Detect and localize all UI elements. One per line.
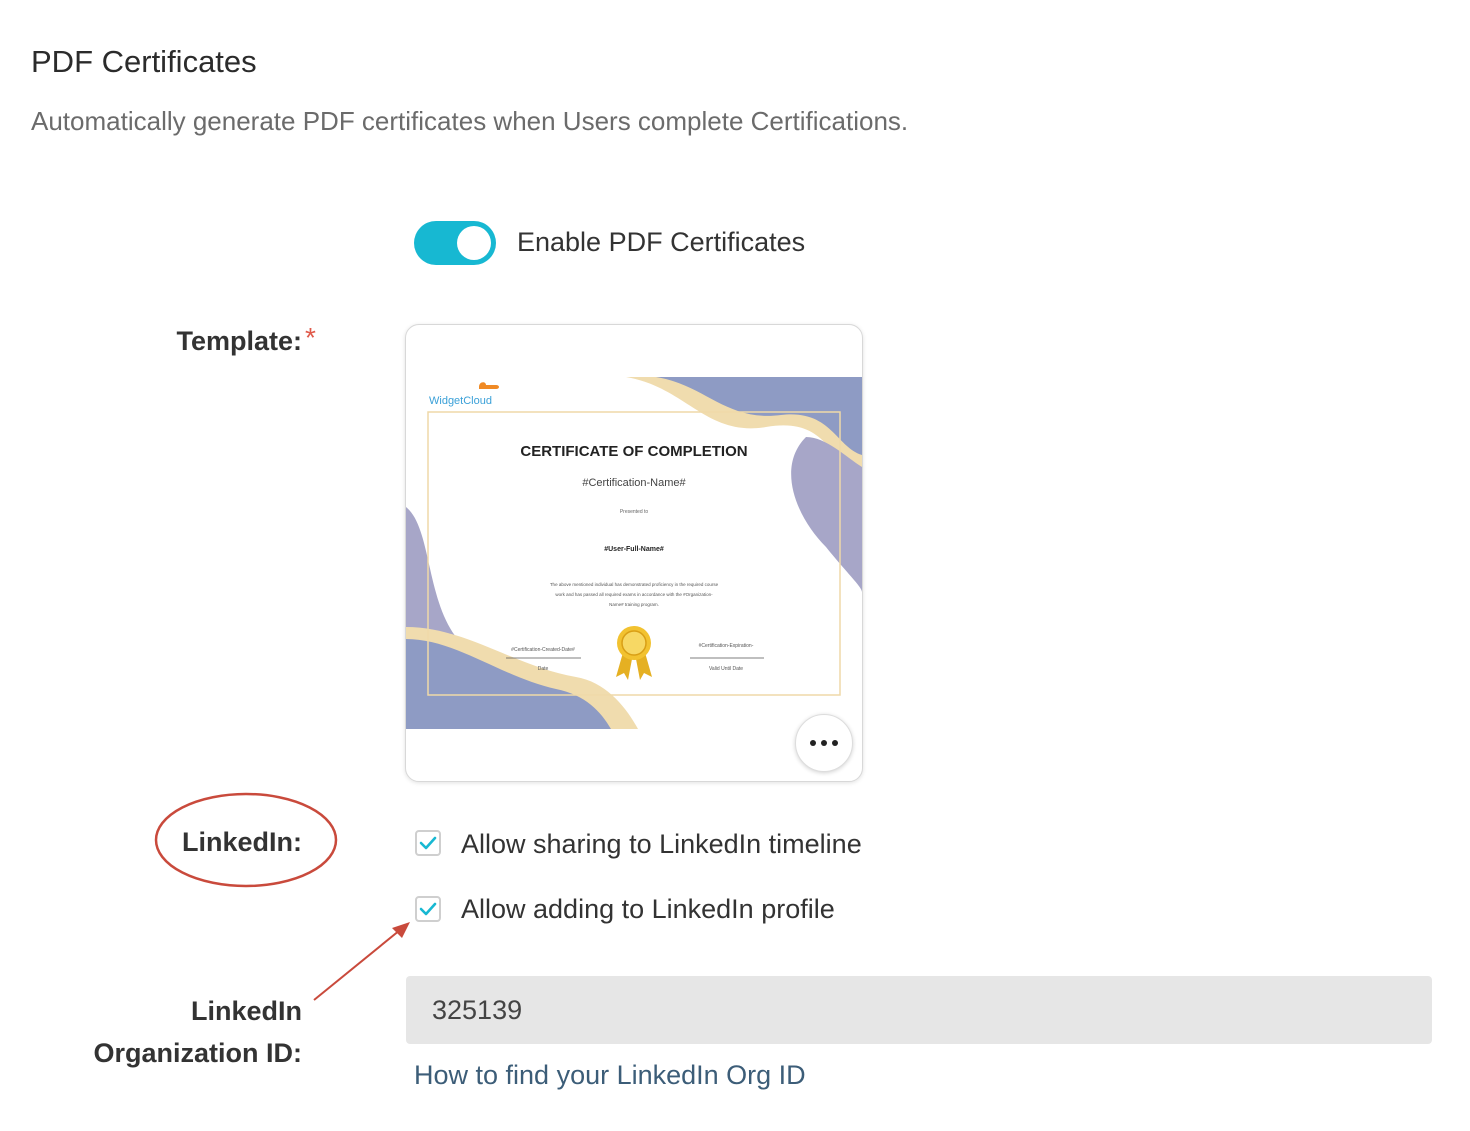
section-title: PDF Certificates	[31, 44, 257, 79]
body-line-3: Name# training program.	[609, 602, 659, 607]
certificate-name: #Certification-Name#	[582, 477, 686, 489]
org-id-label: LinkedIn Organization ID:	[60, 990, 303, 1074]
share-timeline-label[interactable]: Allow sharing to LinkedIn timeline	[461, 829, 862, 860]
template-card[interactable]: WidgetCloud CERTIFICATE OF COMPLETION #C…	[405, 324, 863, 782]
org-id-input[interactable]	[406, 976, 1432, 1044]
date-label: Date	[538, 666, 549, 672]
toggle-label: Enable PDF Certificates	[517, 227, 806, 257]
more-dot	[821, 740, 827, 746]
annotation-arrow	[313, 922, 410, 1001]
org-id-label-line2: Organization ID:	[93, 1038, 303, 1068]
toggle-knob	[457, 226, 491, 260]
more-horizontal-icon	[810, 740, 816, 746]
expiration-text: #Certification-Expiration-	[699, 643, 754, 649]
body-line-2: work and has passed all required exams i…	[555, 592, 713, 597]
checkmark-icon	[419, 902, 437, 916]
user-full-name: #User-Full-Name#	[604, 546, 664, 553]
enable-pdf-certificates-toggle[interactable]	[414, 221, 496, 265]
body-line-1: The above mentioned individual has demon…	[550, 582, 719, 587]
linkedin-label: LinkedIn:	[182, 827, 302, 857]
template-more-button[interactable]	[795, 714, 853, 772]
share-timeline-checkbox[interactable]	[415, 830, 441, 856]
certificate-heading: CERTIFICATE OF COMPLETION	[520, 443, 747, 460]
org-id-help-link[interactable]: How to find your LinkedIn Org ID	[414, 1060, 806, 1091]
certificate-preview: WidgetCloud CERTIFICATE OF COMPLETION #C…	[406, 377, 862, 729]
valid-until-label: Valid Until Date	[709, 666, 743, 672]
logo-text: WidgetCloud	[429, 395, 492, 407]
org-id-label-line1: LinkedIn	[190, 996, 302, 1026]
checkmark-icon	[419, 836, 437, 850]
required-asterisk: *	[305, 322, 316, 353]
add-profile-label[interactable]: Allow adding to LinkedIn profile	[461, 894, 835, 925]
created-date-text: #Certification-Created-Date#	[511, 647, 575, 653]
section-description: Automatically generate PDF certificates …	[31, 106, 909, 136]
more-dot	[832, 740, 838, 746]
presented-to: Presented to	[620, 509, 649, 515]
template-label: Template:	[176, 326, 302, 356]
